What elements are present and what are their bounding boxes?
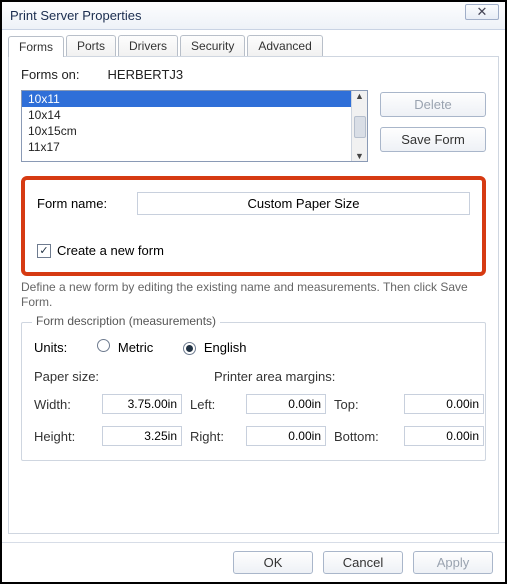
form-name-row: Form name: Custom Paper Size xyxy=(37,192,470,215)
height-input[interactable]: 3.25in xyxy=(102,426,182,446)
left-label: Left: xyxy=(190,397,238,412)
units-row: Units: Metric English xyxy=(34,339,473,355)
list-item[interactable]: 10x14 xyxy=(22,107,367,123)
side-buttons: Delete Save Form xyxy=(380,92,486,162)
radio-metric[interactable] xyxy=(97,339,110,352)
close-button[interactable]: ✕ xyxy=(465,4,499,20)
form-name-input[interactable]: Custom Paper Size xyxy=(137,192,470,215)
list-item[interactable]: 10x15cm xyxy=(22,123,367,139)
forms-list-area: 10x11 10x14 10x15cm 11x17 ▲ ▼ Delete Sav… xyxy=(21,90,486,162)
create-new-form-row: ✓ Create a new form xyxy=(37,243,470,258)
title-bar: Print Server Properties ✕ xyxy=(2,2,505,30)
scroll-down-icon[interactable]: ▼ xyxy=(355,151,364,161)
section-labels: Paper size: Printer area margins: xyxy=(34,369,473,384)
create-new-form-label: Create a new form xyxy=(57,243,164,258)
units-label: Units: xyxy=(34,340,67,355)
scrollbar[interactable]: ▲ ▼ xyxy=(351,91,367,161)
save-form-button[interactable]: Save Form xyxy=(380,127,486,152)
tab-security[interactable]: Security xyxy=(180,35,245,56)
list-item[interactable]: 11x17 xyxy=(22,139,367,155)
create-new-form-checkbox[interactable]: ✓ xyxy=(37,244,51,258)
forms-listbox[interactable]: 10x11 10x14 10x15cm 11x17 ▲ ▼ xyxy=(21,90,368,162)
units-metric-option[interactable]: Metric xyxy=(97,339,153,355)
window-title: Print Server Properties xyxy=(10,8,142,23)
ok-button[interactable]: OK xyxy=(233,551,313,574)
dialog-footer: OK Cancel Apply xyxy=(2,542,505,582)
tab-drivers[interactable]: Drivers xyxy=(118,35,178,56)
window: Print Server Properties ✕ Forms Ports Dr… xyxy=(0,0,507,584)
delete-button[interactable]: Delete xyxy=(380,92,486,117)
units-metric-label: Metric xyxy=(118,340,153,355)
left-input[interactable]: 0.00in xyxy=(246,394,326,414)
highlighted-area: Form name: Custom Paper Size ✓ Create a … xyxy=(21,176,486,276)
forms-on-label: Forms on: xyxy=(21,67,80,82)
right-input[interactable]: 0.00in xyxy=(246,426,326,446)
height-label: Height: xyxy=(34,429,94,444)
cancel-button[interactable]: Cancel xyxy=(323,551,403,574)
top-input[interactable]: 0.00in xyxy=(404,394,484,414)
form-name-label: Form name: xyxy=(37,196,107,211)
forms-on-value: HERBERTJ3 xyxy=(108,67,184,82)
units-english-option[interactable]: English xyxy=(183,340,246,355)
measurements-grid: Width: 3.75.00in Left: 0.00in Top: 0.00i… xyxy=(34,394,473,446)
paper-size-label: Paper size: xyxy=(34,369,214,384)
width-label: Width: xyxy=(34,397,94,412)
width-input[interactable]: 3.75.00in xyxy=(102,394,182,414)
tab-forms[interactable]: Forms xyxy=(8,36,64,57)
units-english-label: English xyxy=(204,340,247,355)
tabs: Forms Ports Drivers Security Advanced xyxy=(2,30,505,56)
top-label: Top: xyxy=(334,397,396,412)
scroll-up-icon[interactable]: ▲ xyxy=(355,91,364,101)
close-icon: ✕ xyxy=(477,4,488,20)
tab-advanced[interactable]: Advanced xyxy=(247,35,322,56)
scroll-thumb[interactable] xyxy=(354,116,366,138)
fieldset-legend: Form description (measurements) xyxy=(32,314,220,328)
margins-label: Printer area margins: xyxy=(214,369,335,384)
bottom-input[interactable]: 0.00in xyxy=(404,426,484,446)
bottom-label: Bottom: xyxy=(334,429,396,444)
radio-english[interactable] xyxy=(183,342,196,355)
forms-on-row: Forms on: HERBERTJ3 xyxy=(21,67,486,82)
measurements-fieldset: Form description (measurements) Units: M… xyxy=(21,322,486,461)
list-item[interactable]: 10x11 xyxy=(22,91,367,107)
tab-ports[interactable]: Ports xyxy=(66,35,116,56)
hint-text: Define a new form by editing the existin… xyxy=(21,280,486,310)
right-label: Right: xyxy=(190,429,238,444)
tab-body: Forms on: HERBERTJ3 10x11 10x14 10x15cm … xyxy=(8,56,499,534)
apply-button[interactable]: Apply xyxy=(413,551,493,574)
